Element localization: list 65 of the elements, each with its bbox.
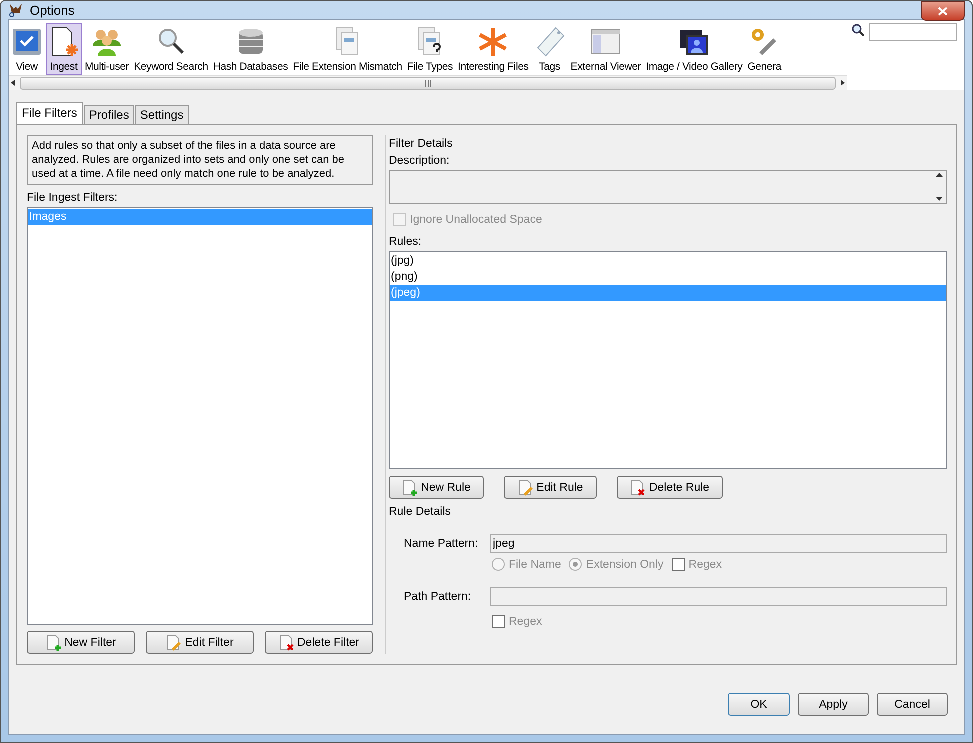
grip-icon [424,80,432,87]
checkbox-label: Ignore Unallocated Space [410,214,542,226]
info-text: Add rules so that only a subset of the files in a data source are analyzed. Rules are organized into sets and only one set can be used at a time. A file need only match one rule to be analyzed. [27,135,373,185]
filters-label: File Ingest Filters: [27,192,119,204]
rule-button[interactable]: New Rule [389,476,484,499]
filter-button[interactable]: Edit Filter [146,631,254,654]
option-label: Regex [688,558,722,570]
radio-button[interactable] [492,558,505,571]
dialog-button[interactable]: Cancel [877,693,948,716]
document-cross-icon [630,480,646,496]
document-plus-icon [402,480,418,496]
toolbar-item[interactable]: External Viewer [568,23,644,76]
toolbar-item[interactable]: File Extension Mismatch [291,23,404,76]
section-title: Filter Details [389,138,454,150]
app-icon [8,2,24,18]
search-icon [851,23,865,37]
field-label: Path Pattern: [404,590,472,602]
dialog-button[interactable]: Apply [798,693,869,716]
document-pencil-icon [166,634,182,650]
close-button[interactable] [921,1,965,21]
tab[interactable]: Profiles [84,105,134,125]
path-pattern-field[interactable] [490,587,947,606]
rule-button[interactable]: Delete Rule [617,476,723,499]
scroll-up-icon [936,173,942,177]
document-plus-icon [46,634,62,650]
scroll-down-icon [936,197,942,201]
radio-button[interactable] [569,558,582,571]
toolbar-item[interactable]: Interesting Files [456,23,531,76]
toolbar-item[interactable]: Tags [532,23,568,76]
scroll-right-icon [839,79,847,88]
document-pencil-icon [518,480,534,496]
toolbar-item[interactable]: Multi-user [83,23,132,76]
list-item[interactable]: (png) [390,269,946,285]
filter-button[interactable]: Delete Filter [265,631,373,654]
option-label: Extension Only [586,558,664,570]
document-cross-icon [278,634,294,650]
field-label: Name Pattern: [404,538,480,550]
list-item[interactable]: (jpg) [390,253,946,269]
name-pattern-field[interactable]: jpeg [490,534,947,553]
rule-button[interactable]: Edit Rule [504,476,597,499]
tab[interactable]: Settings [135,105,189,125]
scroll-left-icon [9,79,17,88]
close-icon [938,6,948,16]
option-label: Regex [509,616,542,628]
toolbar-item[interactable]: Keyword Search [132,23,210,76]
rules-label: Rules: [389,236,423,248]
checkbox[interactable] [492,615,505,628]
option-label: File Name [509,558,562,570]
toolbar-item[interactable]: File Types [405,23,456,76]
search-field[interactable] [869,23,957,41]
tab[interactable]: File Filters [16,102,84,125]
dialog-button[interactable]: OK [728,693,790,716]
checkbox[interactable] [672,558,685,571]
filter-button[interactable]: New Filter [27,631,135,654]
toolbar-item[interactable]: View [9,23,45,76]
description-field[interactable] [389,170,947,204]
toolbar-item[interactable]: Genera [746,23,784,76]
window-title: Options [30,2,75,18]
description-label: Description: [389,155,451,167]
section-title: Rule Details [389,506,452,518]
toolbar-item[interactable]: Ingest [46,23,82,76]
toolbar-item[interactable]: Image / Video Gallery [644,23,745,76]
asterisk-icon [477,26,510,58]
toolbar-item[interactable]: Hash Databases [211,23,290,76]
horizontal-scrollbar[interactable] [9,75,847,90]
